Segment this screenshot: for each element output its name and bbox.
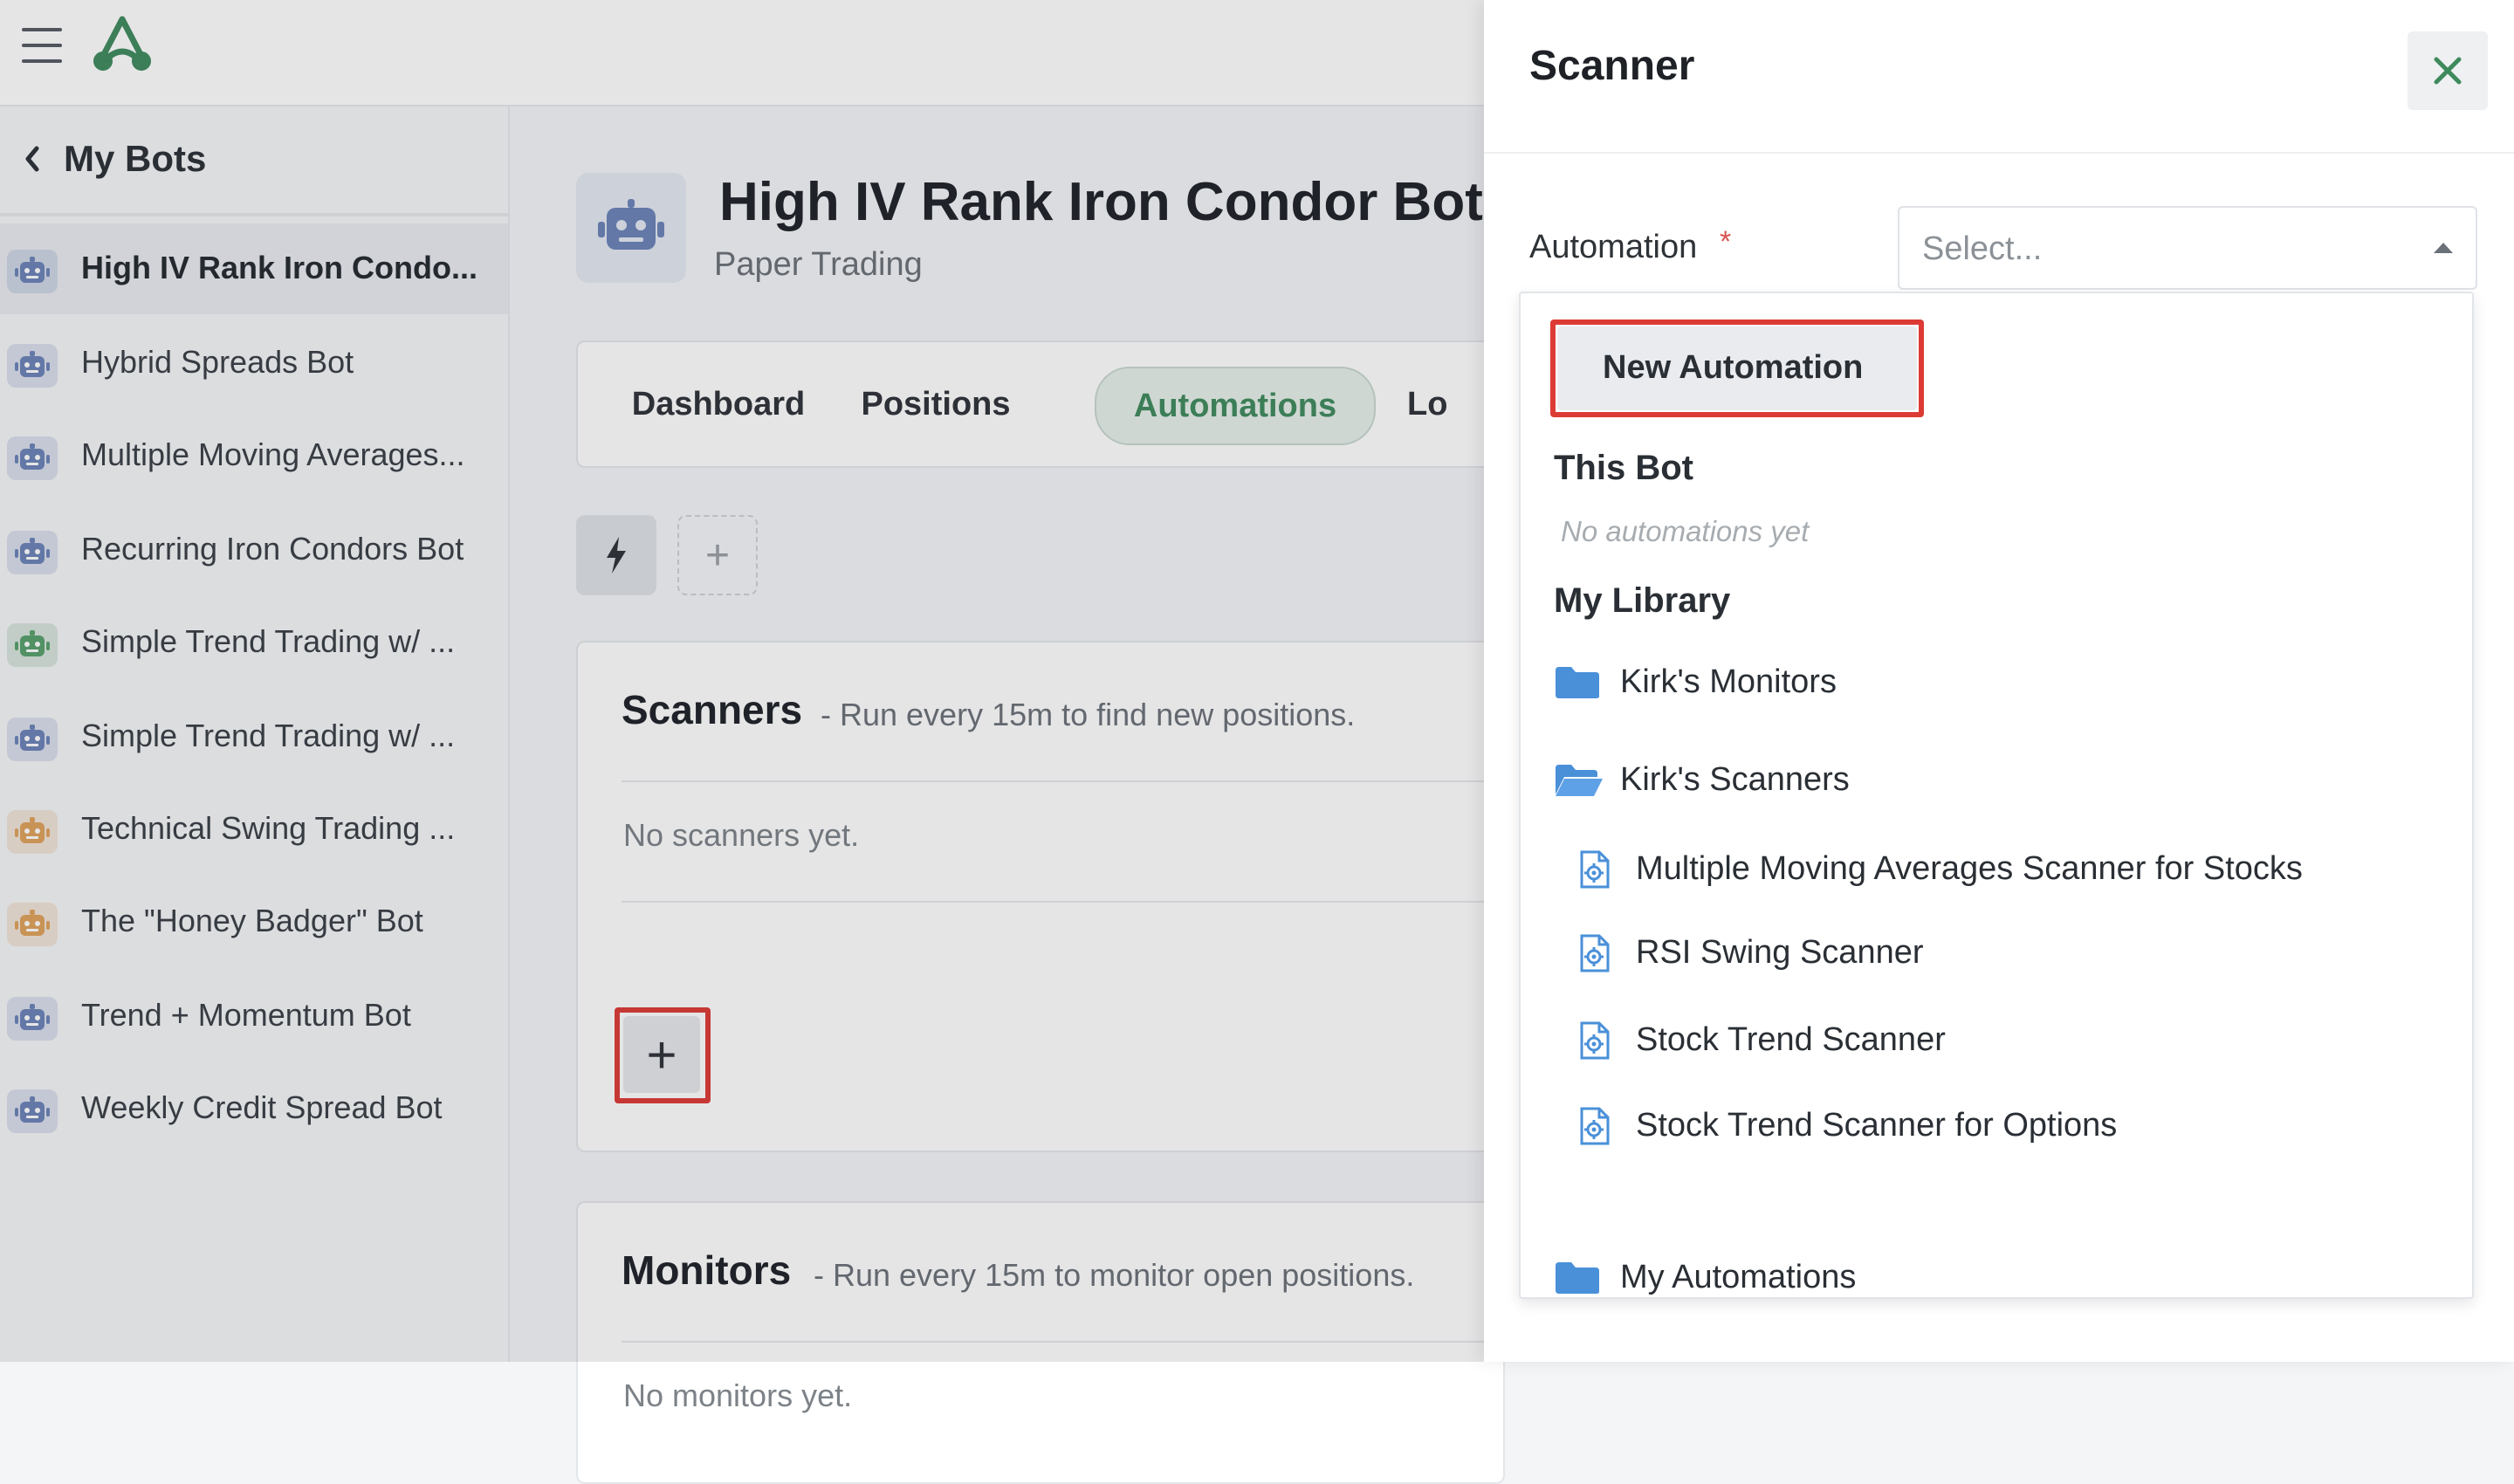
folder-my-automations[interactable]: My Automations [1521,1238,2472,1316]
monitors-desc: - Run every 15m to monitor open position… [814,1257,1415,1293]
divider [622,901,1503,903]
folder-label: Kirk's Scanners [1620,761,1850,798]
back-to-my-bots[interactable]: My Bots [0,106,508,211]
scanner-file-icon [1576,932,1615,979]
highlight-box [1550,319,1924,417]
tab-automations[interactable]: Automations [1095,367,1376,445]
chevron-left-icon [25,146,39,172]
sidebar-bot-item[interactable]: Recurring Iron Condors Bot [0,505,508,595]
sidebar-bot-item[interactable]: The "Honey Badger" Bot [0,876,508,967]
robot-icon [7,623,58,667]
sidebar-bot-item[interactable]: Weekly Credit Spread Bot [0,1063,508,1154]
sidebar-bot-name: The "Honey Badger" Bot [81,903,423,938]
scanners-title: Scanners [622,687,803,732]
my-bots-label: My Bots [64,138,207,179]
robot-icon [7,250,58,293]
required-mark: * [1720,225,1732,258]
scanner-option-label: Stock Trend Scanner for Options [1636,1107,2118,1144]
robot-icon [7,718,58,761]
scanner-file-icon [1576,1105,1615,1151]
scanners-empty: No scanners yet. [623,817,860,853]
drawer-header-divider [1484,152,2514,154]
monitors-empty: No monitors yet. [623,1378,853,1413]
select-placeholder: Select... [1922,230,2043,267]
bot-title: High IV Rank Iron Condor Bot [719,172,1483,232]
robot-icon [7,903,58,946]
sidebar-bot-item[interactable]: High IV Rank Iron Condo... [0,223,508,314]
folder-icon [1556,667,1599,698]
scanner-option-label: Stock Trend Scanner [1636,1021,1946,1058]
add-automation-tab-button[interactable]: + [677,515,758,595]
sidebar-bot-name: Technical Swing Trading ... [81,810,456,846]
bot-subtitle: Paper Trading [714,246,923,283]
folder-label: My Automations [1620,1259,1857,1295]
main-content: High IV Rank Iron Condor Bot Paper Tradi… [510,106,1505,1484]
sidebar-bot-name: Recurring Iron Condors Bot [81,531,464,567]
folder-icon [1556,1262,1599,1294]
divider [622,780,1503,782]
scanners-card: Scanners - Run every 15m to find new pos… [576,641,1505,1152]
automation-dropdown-menu: New Automation This Bot No automations y… [1519,292,2474,1299]
robot-icon [7,436,58,480]
folder-kirks-scanners[interactable]: Kirk's Scanners [1521,740,2472,819]
divider [622,1341,1503,1343]
robot-icon [7,344,58,388]
sidebar-bot-item[interactable]: Simple Trend Trading w/ ... [0,691,508,782]
scanner-option[interactable]: Multiple Moving Averages Scanner for Sto… [1521,831,2472,910]
close-button[interactable] [2408,31,2488,110]
sidebar-bot-name: Simple Trend Trading w/ ... [81,718,456,753]
sidebar-bot-item[interactable]: Multiple Moving Averages... [0,410,508,501]
automation-field-label: Automation [1529,229,1698,265]
folder-label: Kirk's Monitors [1620,663,1837,700]
lightning-icon [607,537,626,574]
folder-kirks-monitors[interactable]: Kirk's Monitors [1521,642,2472,721]
close-icon [2434,57,2462,85]
scanner-option[interactable]: Stock Trend Scanner for Options [1521,1088,2472,1166]
this-bot-empty: No automations yet [1561,515,1810,547]
scanner-option-label: Multiple Moving Averages Scanner for Sto… [1636,850,2303,887]
sidebar-bot-item[interactable]: Trend + Momentum Bot [0,971,508,1061]
robot-icon [598,199,664,250]
scanner-option[interactable]: RSI Swing Scanner [1521,915,2472,993]
monitors-title: Monitors [622,1247,792,1293]
robot-icon [7,1089,58,1133]
caret-up-icon [2434,243,2453,253]
sidebar-bot-name: Trend + Momentum Bot [81,997,411,1033]
scanner-file-icon [1576,848,1615,895]
scanner-drawer: Scanner Automation * Select... New Autom… [1484,0,2514,1362]
sidebar-bot-name: Weekly Credit Spread Bot [81,1089,443,1125]
automation-select[interactable]: Select... [1898,206,2477,290]
scanner-option-label: RSI Swing Scanner [1636,934,1924,971]
hamburger-icon[interactable] [22,26,62,65]
sidebar-bot-item[interactable]: Technical Swing Trading ... [0,784,508,875]
robot-icon [7,531,58,574]
robot-icon [7,810,58,854]
folder-open-icon [1556,765,1603,796]
sidebar-bot-name: High IV Rank Iron Condo... [81,250,477,285]
robot-icon [7,997,58,1041]
top-bar [0,0,1484,106]
sidebar-divider [0,213,508,216]
tab-dashboard[interactable]: Dashboard [618,367,819,442]
sidebar-bot-item[interactable]: Hybrid Spreads Bot [0,318,508,409]
scanner-option[interactable]: Stock Trend Scanner [1521,1002,2472,1081]
app-logo-icon[interactable] [91,14,154,73]
sidebar-bot-name: Simple Trend Trading w/ ... [81,623,456,659]
scanners-desc: - Run every 15m to find new positions. [821,697,1356,732]
sidebar-bot-name: Hybrid Spreads Bot [81,344,354,380]
scanner-file-icon [1576,1020,1615,1066]
highlight-box [615,1007,711,1103]
bot-avatar [576,173,686,283]
sidebar-bot-name: Multiple Moving Averages... [81,436,465,472]
lightning-button[interactable] [576,515,656,595]
drawer-title: Scanner [1529,43,1695,89]
sidebar-bot-item[interactable]: Simple Trend Trading w/ ... [0,597,508,688]
tab-positions[interactable]: Positions [840,367,1032,442]
monitors-card: Monitors - Run every 15m to monitor open… [576,1201,1505,1484]
my-library-header: My Library [1554,581,1731,620]
this-bot-header: This Bot [1554,449,1693,487]
tabs-bar: Dashboard Positions Automations Lo [576,340,1505,468]
